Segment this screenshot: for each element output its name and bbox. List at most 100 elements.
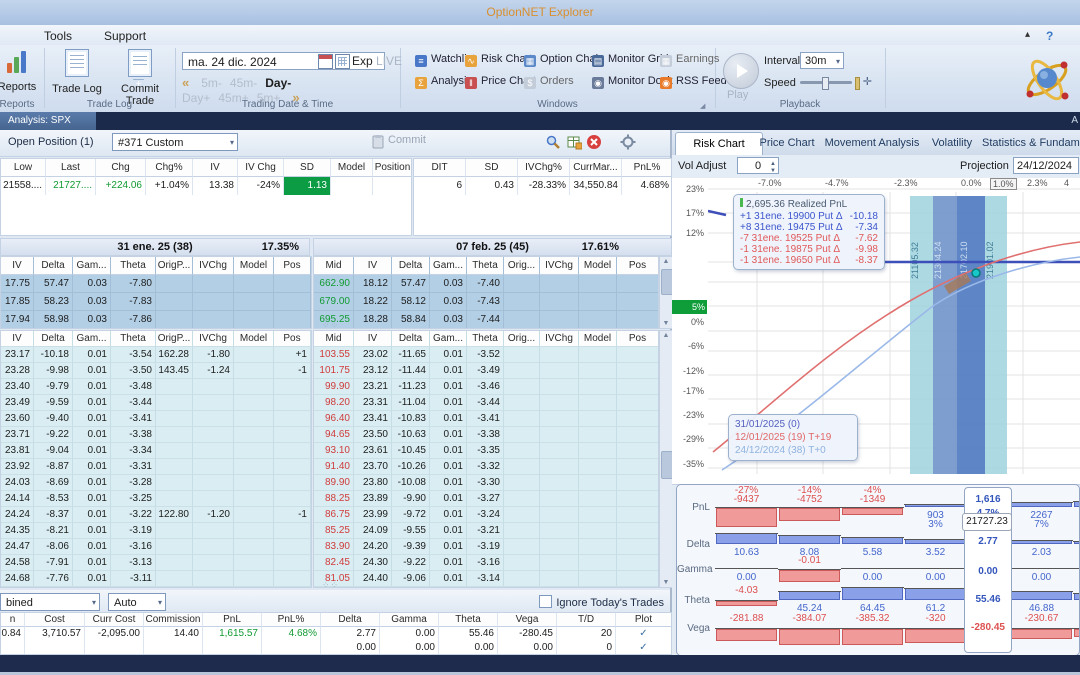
column-header[interactable]: Chg bbox=[96, 159, 146, 177]
column-header[interactable]: Model bbox=[331, 159, 373, 177]
table-row[interactable]: 17.85 58.23 0.03 -7.83 bbox=[1, 293, 311, 311]
table-row[interactable]: 96.40 23.41 -10.83 0.01 -3.41 bbox=[314, 411, 658, 427]
column-header[interactable]: Gam... bbox=[73, 331, 111, 347]
table-row[interactable]: 21558.... 21727.... +224.06 +1.04% 13.38 -24%… bbox=[1, 177, 411, 195]
column-header[interactable]: DIT bbox=[414, 159, 466, 177]
column-header[interactable]: Gam... bbox=[430, 257, 467, 275]
column-header[interactable]: IVChg bbox=[193, 257, 234, 275]
column-header[interactable]: Delta bbox=[34, 257, 73, 275]
column-header[interactable]: Pos bbox=[274, 257, 311, 275]
table-row[interactable]: 24.35 -8.21 0.01 -3.19 bbox=[1, 523, 311, 539]
trade-log-button[interactable]: Trade Log bbox=[48, 49, 106, 95]
column-header[interactable]: Delta bbox=[392, 257, 430, 275]
column-header[interactable]: Theta bbox=[439, 613, 498, 627]
column-header[interactable]: Theta bbox=[111, 257, 156, 275]
interval-dropdown[interactable]: 30m ▾ bbox=[800, 52, 844, 69]
ignore-trades-checkbox[interactable]: Ignore Today's Trades bbox=[539, 595, 664, 609]
column-header[interactable]: IVChg% bbox=[518, 159, 570, 177]
column-header[interactable]: Gam... bbox=[73, 257, 111, 275]
tab-movement-analysis[interactable]: Movement Analysis bbox=[812, 132, 932, 154]
column-header[interactable]: Delta bbox=[321, 613, 380, 627]
table-row[interactable]: 24.68 -7.76 0.01 -3.11 bbox=[1, 571, 311, 587]
table-row[interactable]: 99.90 23.21 -11.23 0.01 -3.46 bbox=[314, 379, 658, 395]
column-header[interactable]: Mid bbox=[314, 331, 354, 347]
table-row[interactable]: 23.40 -9.79 0.01 -3.48 bbox=[1, 379, 311, 395]
speed-slider[interactable]: ✛ bbox=[800, 76, 872, 90]
table-row[interactable]: 6 0.43 -28.33% 34,550.84 4.68% bbox=[414, 177, 671, 195]
help-icon[interactable]: ? bbox=[1046, 29, 1053, 43]
column-header[interactable]: Theta bbox=[111, 331, 156, 347]
column-header[interactable]: PnL% bbox=[262, 613, 321, 627]
column-header[interactable]: Low bbox=[1, 159, 46, 177]
table-row[interactable]: 82.45 24.30 -9.22 0.01 -3.16 bbox=[314, 555, 658, 571]
strategy-dropdown[interactable]: #371 Custom ▾ bbox=[112, 133, 238, 151]
risk-chart-button[interactable]: ∿ Risk Chart bbox=[465, 53, 532, 71]
column-header[interactable]: IV Chg bbox=[238, 159, 284, 177]
table-row[interactable]: 83.90 24.20 -9.39 0.01 -3.19 bbox=[314, 539, 658, 555]
mode-dropdown[interactable]: Auto ▾ bbox=[108, 593, 166, 611]
live-label[interactable]: LIVE bbox=[376, 54, 402, 68]
greek-ladder[interactable]: PnL -9437 -27% -4752 -14% -1349 -4% 903 3% 2267 7%… bbox=[676, 484, 1080, 656]
column-header[interactable]: Theta bbox=[467, 257, 504, 275]
column-header[interactable]: IVChg bbox=[540, 331, 579, 347]
step-back-icon[interactable]: « bbox=[182, 75, 189, 90]
column-header[interactable]: n bbox=[1, 613, 25, 627]
tab-statistics[interactable]: Statistics & Fundament bbox=[972, 132, 1080, 154]
reports-button[interactable]: Reports bbox=[0, 49, 44, 93]
column-header[interactable]: OrigP... bbox=[156, 331, 193, 347]
table-row[interactable]: 24.14 -8.53 0.01 -3.25 bbox=[1, 491, 311, 507]
gear-icon[interactable] bbox=[620, 134, 636, 150]
table-row[interactable]: 101.75 23.12 -11.44 0.01 -3.49 bbox=[314, 363, 658, 379]
analysis-button[interactable]: Σ Analysis bbox=[415, 75, 472, 93]
table-row[interactable]: 23.17 -10.18 0.01 -3.54 162.28 -1.80 +1 bbox=[1, 347, 311, 363]
calendar-icon[interactable] bbox=[318, 54, 333, 69]
column-header[interactable]: Model bbox=[579, 257, 617, 275]
commit-button[interactable]: Commit bbox=[388, 134, 426, 146]
column-header[interactable]: Model bbox=[234, 331, 274, 347]
column-header[interactable]: IV bbox=[354, 257, 392, 275]
ribbon-collapse-icon[interactable]: ▴ bbox=[1025, 29, 1030, 40]
expiration-header-2[interactable]: 07 feb. 25 (45) 17.61% bbox=[313, 238, 672, 256]
table-row[interactable]: 89.90 23.80 -10.08 0.01 -3.30 bbox=[314, 475, 658, 491]
scrollbar[interactable]: ▲ ▼ bbox=[659, 256, 673, 329]
table-row[interactable]: 24.24 -8.37 0.01 -3.22 122.80 -1.20 -1 bbox=[1, 507, 311, 523]
table-row[interactable]: 24.03 -8.69 0.01 -3.28 bbox=[1, 475, 311, 491]
vol-adjust-spinner[interactable]: 0 ▲ ▼ bbox=[737, 157, 779, 174]
table-row[interactable]: 23.71 -9.22 0.01 -3.38 bbox=[1, 427, 311, 443]
table-row[interactable]: 23.81 -9.04 0.01 -3.34 bbox=[1, 443, 311, 459]
column-header[interactable]: Model bbox=[579, 331, 617, 347]
export-grid-icon[interactable] bbox=[566, 134, 582, 150]
column-header[interactable]: Position bbox=[373, 159, 411, 177]
search-icon[interactable] bbox=[545, 134, 561, 150]
column-header[interactable]: Gamma bbox=[380, 613, 439, 627]
column-header[interactable]: Plot bbox=[616, 613, 671, 627]
table-row[interactable]: 98.20 23.31 -11.04 0.01 -3.44 bbox=[314, 395, 658, 411]
column-header[interactable]: PnL bbox=[203, 613, 262, 627]
column-header[interactable]: Pos bbox=[617, 257, 658, 275]
table-row[interactable]: 93.10 23.61 -10.45 0.01 -3.35 bbox=[314, 443, 658, 459]
column-header[interactable]: Delta bbox=[34, 331, 73, 347]
table-row[interactable]: 695.25 18.28 58.84 0.03 -7.44 bbox=[314, 311, 658, 328]
column-header[interactable]: Orig... bbox=[504, 257, 540, 275]
table-row[interactable]: 85.25 24.09 -9.55 0.01 -3.21 bbox=[314, 523, 658, 539]
column-header[interactable]: SD bbox=[284, 159, 331, 177]
expiration-header-1[interactable]: 31 ene. 25 (38) 17.35% bbox=[0, 238, 310, 256]
table-row[interactable]: 94.65 23.50 -10.63 0.01 -3.38 bbox=[314, 427, 658, 443]
windows-dialog-launcher-icon[interactable]: ◢ bbox=[700, 102, 705, 110]
table-row[interactable]: 23.28 -9.98 0.01 -3.50 143.45 -1.24 -1 bbox=[1, 363, 311, 379]
column-header[interactable]: Cost bbox=[25, 613, 85, 627]
column-header[interactable]: Theta bbox=[467, 331, 504, 347]
column-header[interactable]: IVChg bbox=[540, 257, 579, 275]
table-row[interactable]: 0.00 0.00 0.00 0.00 0 ✓ bbox=[1, 641, 671, 654]
time-step-Day-[interactable]: Day- bbox=[265, 76, 291, 90]
tab-analysis-spx[interactable]: Analysis: SPX bbox=[0, 112, 96, 130]
table-row[interactable]: 23.92 -8.87 0.01 -3.31 bbox=[1, 459, 311, 475]
table-row[interactable]: 0.84 3,710.57 -2,095.00 14.40 1,615.57 4.68% 2… bbox=[1, 627, 671, 641]
close-icon[interactable] bbox=[586, 134, 602, 150]
table-row[interactable]: 88.25 23.89 -9.90 0.01 -3.27 bbox=[314, 491, 658, 507]
menu-support[interactable]: Support bbox=[98, 28, 152, 44]
table-row[interactable]: 17.75 57.47 0.03 -7.80 bbox=[1, 275, 311, 293]
risk-chart[interactable]: 21105.32 21304.24 21702.10 21901.02 23% 1… bbox=[672, 178, 1080, 531]
column-header[interactable]: SD bbox=[466, 159, 518, 177]
table-row[interactable]: 662.90 18.12 57.47 0.03 -7.40 bbox=[314, 275, 658, 293]
